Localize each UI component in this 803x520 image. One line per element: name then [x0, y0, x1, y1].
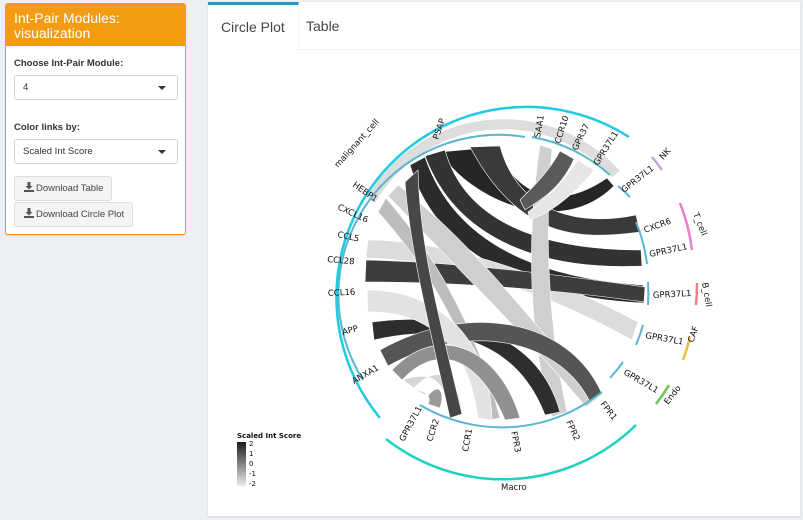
receptor-arc	[635, 324, 644, 346]
legend-title: Scaled Int Score	[237, 432, 301, 440]
cell-type-label: T_cell	[690, 210, 709, 237]
control-panel: Int-Pair Modules: visualization Choose I…	[5, 3, 186, 235]
receptor-label: GPR37L1	[653, 289, 692, 301]
receptor-label: FPR2	[563, 419, 581, 443]
module-label: Choose Int-Pair Module:	[14, 58, 124, 69]
download-icon	[24, 182, 34, 192]
download-table-label: Download Table	[36, 183, 104, 194]
cell-type-label: malignant_cell	[333, 117, 382, 170]
receptor-label: CCR1	[461, 428, 475, 453]
chevron-down-icon	[158, 86, 166, 90]
receptor-label: GPR37L1	[620, 164, 657, 196]
legend-tick: 1	[249, 450, 253, 458]
module-select[interactable]: 4	[14, 75, 178, 100]
chord-link	[415, 388, 443, 409]
receptor-label: GPR37L1	[398, 405, 425, 444]
legend-tick: 0	[249, 460, 253, 468]
legend-colorbar	[237, 442, 246, 486]
ligand-label: CCL16	[328, 288, 356, 299]
download-circle-plot-button[interactable]: Download Circle Plot	[14, 202, 134, 227]
module-select-value: 4	[23, 82, 29, 93]
cell-type-label: CAF	[686, 325, 701, 344]
receptor-label: FPR3	[508, 431, 522, 454]
color-links-select-value: Scaled Int Score	[23, 146, 93, 157]
cell-type-label: B_cell	[699, 282, 713, 308]
legend-tick: -1	[249, 470, 256, 478]
tab-bar: Circle Plot Table	[208, 2, 800, 50]
chevron-down-icon	[158, 150, 166, 154]
color-links-label: Color links by:	[14, 122, 80, 133]
panel-title: Int-Pair Modules: visualization	[6, 4, 185, 46]
legend: Scaled Int Score 2 1 0 -1 -2	[237, 432, 301, 488]
tab-table[interactable]: Table	[293, 2, 352, 50]
arc-b-cell	[694, 282, 699, 306]
ligand-label: APP	[341, 324, 359, 338]
receptor-label: GPR37L1	[622, 368, 660, 396]
cell-type-label: Macro	[501, 483, 527, 493]
ligand-label: CCL28	[327, 255, 355, 267]
download-table-button[interactable]: Download Table	[14, 176, 113, 201]
receptor-label: GPR37L1	[644, 331, 684, 348]
cell-type-label: Endo	[662, 384, 683, 407]
cell-type-label: NK	[658, 146, 674, 162]
chord-links	[364, 144, 646, 421]
tab-circle-plot[interactable]: Circle Plot	[208, 2, 299, 50]
receptor-label: GPR37L1	[649, 242, 689, 260]
download-circle-plot-label: Download Circle Plot	[36, 209, 125, 220]
ligand-label: CCL5	[336, 230, 360, 244]
legend-tick: 2	[249, 440, 253, 448]
receptor-label: CXCR6	[643, 217, 673, 236]
download-icon	[24, 208, 34, 218]
receptor-label: CCR2	[425, 418, 442, 443]
circle-plot: PSAP SAA1 CCR10 GPR37 GPR37L1 HEBP1 CXCL…	[237, 105, 713, 493]
color-links-select[interactable]: Scaled Int Score	[14, 139, 178, 164]
receptor-label: FPR1	[598, 400, 619, 423]
tab-panel: Circle Plot Table PSAP SAA1 CCR10 GPR37 …	[208, 2, 800, 516]
legend-tick: -2	[249, 480, 256, 488]
